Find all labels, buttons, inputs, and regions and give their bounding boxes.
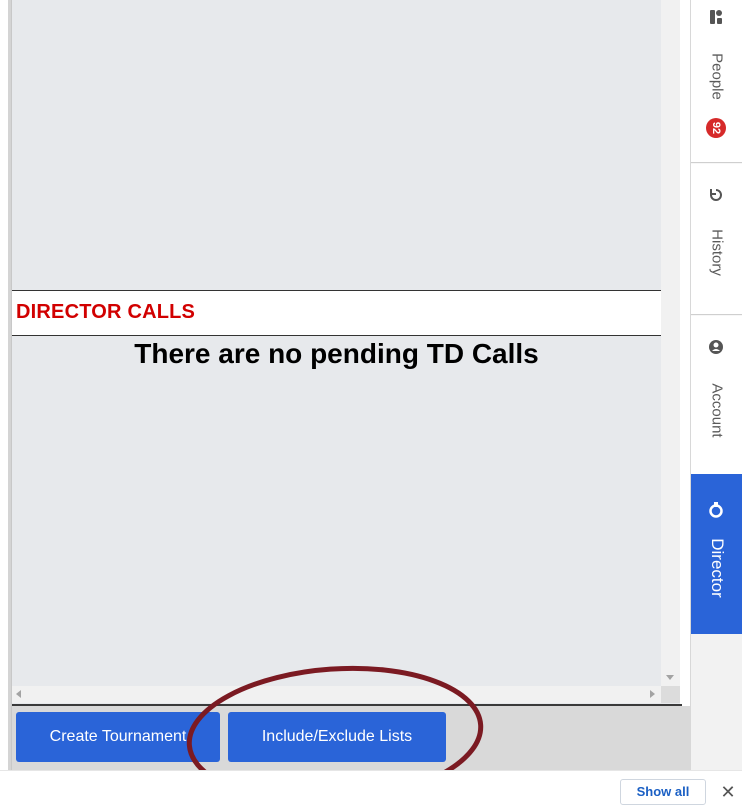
director-calls-header: DIRECTOR CALLS: [12, 290, 661, 336]
account-icon: [709, 340, 723, 354]
director-icon: [709, 502, 723, 518]
side-tab-column: People 92 History Account Director: [690, 0, 742, 770]
scroll-right-arrow-icon[interactable]: [650, 690, 655, 698]
scrollbar-corner: [661, 686, 680, 703]
tab-account[interactable]: Account: [691, 316, 742, 475]
tab-history[interactable]: History: [691, 164, 742, 315]
director-calls-title: DIRECTOR CALLS: [16, 301, 196, 323]
create-tournament-button[interactable]: Create Tournament: [16, 712, 220, 762]
tab-history-label: History: [708, 229, 726, 276]
app-window: DIRECTOR CALLS There are no pending TD C…: [0, 0, 742, 812]
people-icon: [710, 10, 722, 24]
download-bar: Show all ✕: [0, 770, 742, 812]
side-tab-filler: [691, 634, 742, 770]
tab-director[interactable]: Director: [691, 474, 742, 635]
tab-director-label: Director: [708, 538, 727, 598]
no-pending-calls-message: There are no pending TD Calls: [134, 338, 539, 369]
close-icon[interactable]: ✕: [718, 779, 738, 805]
history-icon: [710, 189, 722, 201]
scroll-down-arrow-icon[interactable]: [666, 675, 674, 680]
tab-people[interactable]: People 92: [691, 0, 742, 163]
tab-account-label: Account: [708, 383, 726, 438]
tab-people-label: People: [708, 53, 726, 100]
vertical-scrollbar[interactable]: [661, 0, 680, 686]
include-exclude-lists-button[interactable]: Include/Exclude Lists: [228, 712, 446, 762]
left-frame-border: [0, 0, 12, 770]
scroll-left-arrow-icon[interactable]: [16, 690, 21, 698]
horizontal-scrollbar[interactable]: [12, 686, 661, 703]
show-all-button[interactable]: Show all: [620, 779, 706, 805]
people-count-badge: 92: [706, 118, 726, 138]
